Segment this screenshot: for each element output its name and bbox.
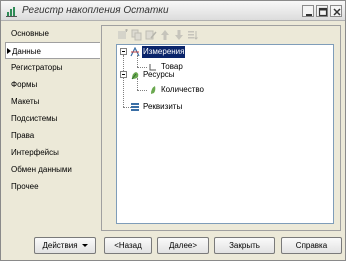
nav-item-interfaces[interactable]: Интерфейсы xyxy=(5,144,100,161)
actions-label: Действия xyxy=(42,241,78,250)
nav-item-other[interactable]: Прочее xyxy=(5,178,100,195)
close-icon xyxy=(333,8,341,16)
nav-item-rights[interactable]: Права xyxy=(5,127,100,144)
data-tree: Измерения Товар Ресурсы Количество Рекви… xyxy=(116,44,334,224)
resources-icon xyxy=(131,72,139,80)
tree-node-label: Измерения xyxy=(142,46,186,58)
tree-node-resources[interactable]: Ресурсы xyxy=(142,69,176,81)
tree-node-label: Реквизиты xyxy=(143,102,183,111)
tree-toolbar xyxy=(117,29,267,43)
nav-item-data[interactable]: Данные xyxy=(5,42,100,59)
sort-icon[interactable] xyxy=(187,29,199,41)
attributes-icon xyxy=(131,103,139,111)
window-title: Регистр накопления Остатки xyxy=(22,5,169,16)
nav-item-registrators[interactable]: Регистраторы xyxy=(5,59,100,76)
move-up-icon[interactable] xyxy=(159,29,171,41)
tree-line xyxy=(137,67,147,68)
copy-icon[interactable] xyxy=(131,29,143,41)
actions-button[interactable]: Действия xyxy=(34,237,96,254)
nav-item-data-exchange[interactable]: Обмен данными xyxy=(5,161,100,178)
chevron-down-icon xyxy=(81,244,88,248)
register-icon xyxy=(6,7,17,17)
minimize-icon xyxy=(306,14,312,16)
nav-item-templates[interactable]: Макеты xyxy=(5,93,100,110)
tree-node-quantity[interactable]: Количество xyxy=(160,84,205,96)
tree-line xyxy=(137,90,147,91)
expander-resources[interactable] xyxy=(120,71,127,78)
nav-item-forms[interactable]: Формы xyxy=(5,76,100,93)
tree-node-label: Ресурсы xyxy=(143,70,175,79)
maximize-icon xyxy=(318,7,328,17)
back-button[interactable]: <Назад xyxy=(104,237,152,254)
tree-node-dimensions[interactable]: Измерения xyxy=(142,46,186,58)
resource-item-icon xyxy=(151,86,156,94)
tree-line xyxy=(123,55,124,107)
add-icon[interactable] xyxy=(117,29,129,41)
expander-dimensions[interactable] xyxy=(120,48,127,55)
nav-item-main[interactable]: Основные xyxy=(5,25,100,42)
close-button[interactable]: Закрыть xyxy=(214,237,275,254)
close-window-button[interactable] xyxy=(330,5,342,17)
nav-sidebar: Основные Данные Регистраторы Формы Макет… xyxy=(5,25,102,231)
title-bar[interactable]: Регистр накопления Остатки xyxy=(1,1,345,21)
tree-node-label: Количество xyxy=(161,85,204,94)
dimensions-icon xyxy=(130,47,140,57)
move-down-icon[interactable] xyxy=(173,29,185,41)
data-panel: Измерения Товар Ресурсы Количество Рекви… xyxy=(101,25,341,231)
next-button[interactable]: Далее> xyxy=(157,237,209,254)
register-window: Регистр накопления Остатки Основные Данн… xyxy=(0,0,346,261)
help-button[interactable]: Справка xyxy=(281,237,342,254)
edit-icon[interactable] xyxy=(145,29,157,41)
tree-node-attributes[interactable]: Реквизиты xyxy=(142,101,183,113)
maximize-button[interactable] xyxy=(316,5,328,17)
nav-item-subsystems[interactable]: Подсистемы xyxy=(5,110,100,127)
minimize-button[interactable] xyxy=(302,5,314,17)
